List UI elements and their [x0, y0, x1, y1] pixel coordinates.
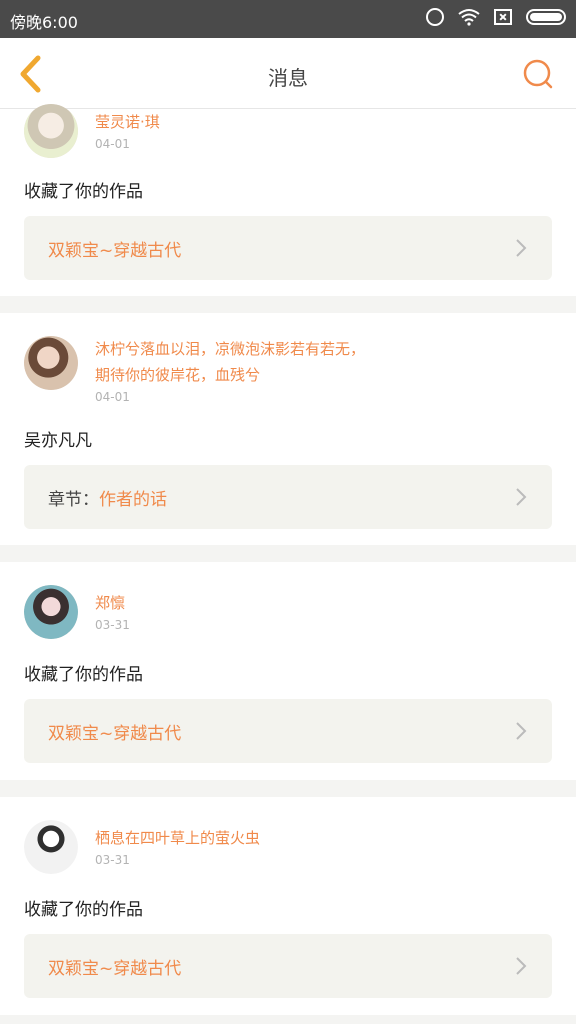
status-time: 傍晚6:00	[10, 13, 78, 32]
wifi-icon	[458, 9, 480, 26]
avatar[interactable]	[24, 585, 78, 639]
message-date: 03-31	[95, 853, 130, 867]
status-icons	[426, 8, 566, 26]
message-date: 04-01	[95, 390, 130, 404]
status-bar: 傍晚6:00	[0, 0, 576, 38]
nav-bar: 消息	[0, 38, 576, 109]
message-date: 04-01	[95, 137, 130, 151]
message-card[interactable]: 郑懔 03-31 收藏了你的作品 双颖宝~穿越古代	[0, 562, 576, 780]
battery-icon	[526, 9, 566, 25]
message-card[interactable]: 莹灵诺·琪 04-01 收藏了你的作品 双颖宝~穿越古代	[0, 104, 576, 296]
search-button[interactable]	[522, 58, 554, 90]
message-text: 收藏了你的作品	[24, 665, 143, 685]
avatar[interactable]	[24, 820, 78, 874]
work-link[interactable]: 双颖宝~穿越古代	[24, 934, 552, 998]
message-text: 吴亦凡凡	[24, 431, 92, 451]
chevron-right-icon	[516, 722, 527, 740]
work-link[interactable]: 双颖宝~穿越古代	[24, 216, 552, 280]
message-card[interactable]: 沐柠兮落血以泪，凉微泡沫影若有若无，期待你的彼岸花，血残兮 04-01 吴亦凡凡…	[0, 313, 576, 545]
chapter-title: 章节：作者的话	[48, 490, 167, 510]
work-title: 双颖宝~穿越古代	[48, 724, 182, 744]
no-sim-icon	[494, 9, 512, 25]
message-card[interactable]: 栖息在四叶草上的萤火虫 03-31 收藏了你的作品 双颖宝~穿越古代	[0, 797, 576, 1015]
alarm-icon	[426, 8, 444, 26]
sender-name[interactable]: 栖息在四叶草上的萤火虫	[95, 825, 260, 851]
avatar[interactable]	[24, 336, 78, 390]
work-link[interactable]: 双颖宝~穿越古代	[24, 699, 552, 763]
message-date: 03-31	[95, 618, 130, 632]
work-title: 双颖宝~穿越古代	[48, 241, 182, 261]
sender-name[interactable]: 沐柠兮落血以泪，凉微泡沫影若有若无，期待你的彼岸花，血残兮	[95, 336, 375, 388]
sender-name[interactable]: 郑懔	[95, 590, 125, 616]
chevron-right-icon	[516, 957, 527, 975]
page-title: 消息	[268, 66, 308, 90]
message-text: 收藏了你的作品	[24, 900, 143, 920]
sender-name[interactable]: 莹灵诺·琪	[95, 109, 160, 135]
chevron-right-icon	[516, 488, 527, 506]
work-title: 双颖宝~穿越古代	[48, 959, 182, 979]
avatar[interactable]	[24, 104, 78, 158]
message-text: 收藏了你的作品	[24, 182, 143, 202]
chevron-right-icon	[516, 239, 527, 257]
chapter-link[interactable]: 章节：作者的话	[24, 465, 552, 529]
